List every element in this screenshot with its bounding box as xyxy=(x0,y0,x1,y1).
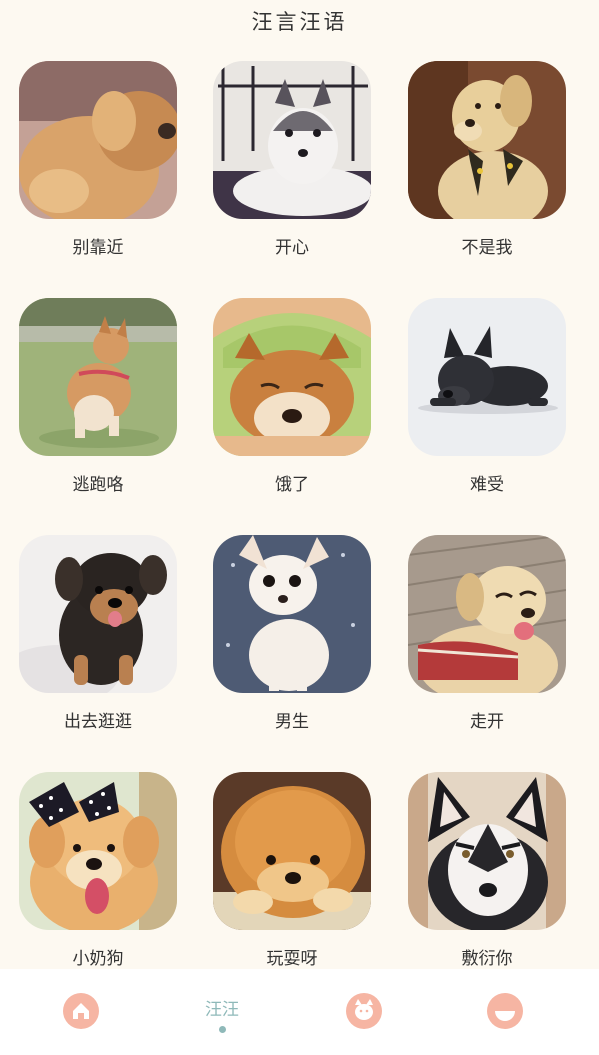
sticker-card-e-le[interactable]: 饿了 xyxy=(213,298,371,495)
sticker-label: 出去逛逛 xyxy=(64,712,132,732)
sticker-image[interactable] xyxy=(213,772,371,930)
sticker-card-fu-yan-ni[interactable]: 敷衍你 xyxy=(408,772,566,969)
page-title: 汪言汪语 xyxy=(251,10,348,34)
sticker-card-wan-shua-ya[interactable]: 玩耍呀 xyxy=(213,772,371,969)
sticker-image[interactable] xyxy=(19,772,177,930)
sticker-image[interactable] xyxy=(408,535,566,693)
tab-label-active[interactable]: 汪汪 xyxy=(162,995,282,1020)
sticker-card-nan-sheng[interactable]: 男生 xyxy=(213,535,371,732)
sticker-card-bie-kao-jin[interactable]: 别靠近 xyxy=(19,61,177,258)
sticker-image[interactable] xyxy=(408,298,566,456)
sticker-card-xiao-nai-gou[interactable]: 小奶狗 xyxy=(19,772,177,969)
sticker-image[interactable] xyxy=(408,61,566,219)
sticker-card-chu-qu-guang-guang[interactable]: 出去逛逛 xyxy=(19,535,177,732)
sticker-label: 不是我 xyxy=(461,238,513,258)
sticker-label: 难受 xyxy=(470,475,504,495)
sticker-label: 敷衍你 xyxy=(461,949,513,969)
sticker-image[interactable] xyxy=(19,61,177,219)
sticker-label: 走开 xyxy=(470,712,504,732)
tab-face[interactable] xyxy=(445,969,565,1055)
sticker-card-bu-shi-wo[interactable]: 不是我 xyxy=(408,61,566,258)
sticker-label: 玩耍呀 xyxy=(266,949,318,969)
tab-wang-wang[interactable]: 汪汪 xyxy=(162,969,282,1055)
sticker-label: 男生 xyxy=(275,712,309,732)
app-screen: 汪言汪语 别靠近 开心 不是我 逃跑咯 饿了 难受 出去逛逛 男生 走开 小奶狗… xyxy=(0,0,599,1055)
sticker-card-kai-xin[interactable]: 开心 xyxy=(213,61,371,258)
sticker-card-zou-kai[interactable]: 走开 xyxy=(408,535,566,732)
tab-cat[interactable] xyxy=(304,969,424,1055)
sticker-image[interactable] xyxy=(19,535,177,693)
sticker-label: 逃跑咯 xyxy=(72,475,124,495)
home-icon[interactable] xyxy=(63,993,99,1029)
bottom-tab-bar: 汪汪 xyxy=(0,969,599,1055)
sticker-card-tao-pao-luo[interactable]: 逃跑咯 xyxy=(19,298,177,495)
sticker-label: 别靠近 xyxy=(72,238,124,258)
tab-home[interactable] xyxy=(21,969,141,1055)
sticker-label: 饿了 xyxy=(275,475,309,495)
sticker-image[interactable] xyxy=(408,772,566,930)
sticker-image[interactable] xyxy=(19,298,177,456)
sticker-image[interactable] xyxy=(213,535,371,693)
cat-icon[interactable] xyxy=(346,993,382,1029)
sticker-image[interactable] xyxy=(213,298,371,456)
sticker-label: 小奶狗 xyxy=(72,949,124,969)
active-indicator-dot xyxy=(219,1026,226,1033)
sticker-card-nan-shou[interactable]: 难受 xyxy=(408,298,566,495)
sticker-image[interactable] xyxy=(213,61,371,219)
sticker-label: 开心 xyxy=(275,238,309,258)
face-icon[interactable] xyxy=(487,993,523,1029)
